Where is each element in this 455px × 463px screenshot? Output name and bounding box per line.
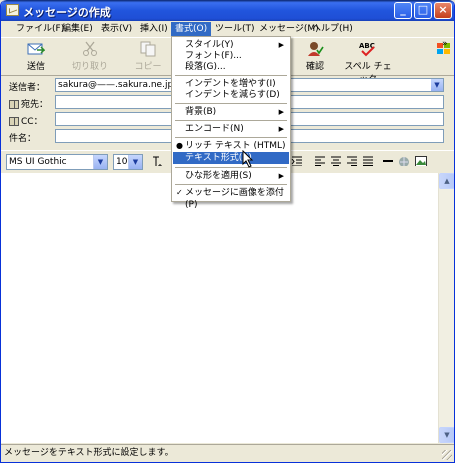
- check-names-button[interactable]: 確認: [301, 40, 329, 72]
- menu-separator: [175, 120, 287, 121]
- cut-button[interactable]: 切り取り: [67, 40, 113, 72]
- align-left-icon[interactable]: [315, 156, 325, 166]
- to-label-wrap[interactable]: 宛先：: [9, 97, 48, 110]
- send-icon: [27, 41, 46, 57]
- menu-item-apply-stationery[interactable]: ひな形を適用(S) ▶: [173, 170, 289, 182]
- cc-label-wrap[interactable]: CC：: [9, 114, 43, 127]
- menu-separator: [175, 103, 287, 104]
- menu-item-rich-text[interactable]: ● リッチ テキスト (HTML)(R): [173, 140, 289, 163]
- menu-separator: [175, 167, 287, 168]
- title-bar[interactable]: メッセージの作成 _ □ ×: [1, 0, 454, 21]
- font-size-value: 10: [116, 157, 128, 167]
- compose-window: メッセージの作成 _ □ × ファイル(F) 編集(E) 表示(V) 挿入(I)…: [0, 0, 455, 463]
- font-name-value: MS UI Gothic: [9, 157, 67, 167]
- chevron-down-icon[interactable]: ▼: [128, 155, 142, 169]
- to-label: 宛先：: [21, 100, 49, 110]
- toolbar-overflow-icon[interactable]: »: [442, 39, 448, 49]
- font-name-select[interactable]: MS UI Gothic ▼: [6, 154, 108, 170]
- menu-item-label: インデントを減らす(D): [185, 90, 280, 100]
- chevron-down-icon[interactable]: ▼: [431, 79, 443, 91]
- menu-separator: [175, 75, 287, 76]
- address-book-icon: [9, 117, 19, 126]
- horizontal-line-icon[interactable]: [383, 156, 393, 166]
- menu-item-label: ひな形を適用(S): [185, 171, 252, 181]
- window-title: メッセージの作成: [23, 6, 111, 19]
- menu-edit[interactable]: 編集(E): [58, 22, 97, 36]
- menu-help[interactable]: ヘルプ(H): [308, 22, 357, 36]
- insert-picture-icon[interactable]: [415, 156, 427, 166]
- maximize-button[interactable]: □: [414, 2, 432, 19]
- check-label: 確認: [305, 62, 324, 72]
- scroll-down-icon[interactable]: ▼: [439, 427, 454, 443]
- increase-indent-icon[interactable]: [291, 156, 303, 166]
- message-body[interactable]: [1, 173, 454, 443]
- copy-icon: [139, 41, 157, 57]
- vertical-scrollbar[interactable]: ▲ ▼: [438, 173, 454, 443]
- format-menu-dropdown: スタイル(Y) ▶ フォント(F)... 段落(G)... インデントを増やす(I…: [171, 36, 291, 210]
- menu-item-decrease-indent[interactable]: インデントを減らす(D): [173, 89, 289, 101]
- menu-item-label: フォント(F)...: [185, 51, 242, 61]
- menu-item-label: 段落(G)...: [185, 62, 226, 72]
- send-label: 送信: [26, 62, 45, 72]
- scissors-icon: [81, 41, 99, 57]
- copy-label: コピー: [134, 62, 162, 72]
- submenu-arrow-icon: ▶: [278, 108, 284, 116]
- menu-item-label: エンコード(N): [185, 124, 244, 134]
- menu-item-label: スタイル(Y): [185, 40, 234, 50]
- send-button[interactable]: 送信: [19, 40, 53, 72]
- radio-bullet-icon: ●: [176, 141, 183, 150]
- close-button[interactable]: ×: [434, 2, 452, 19]
- cc-label: CC：: [21, 117, 43, 127]
- menu-item-label: インデントを増やす(I): [185, 79, 276, 89]
- menu-item-attach-images[interactable]: ✓ メッセージに画像を添付(P): [173, 187, 289, 210]
- menu-item-paragraph[interactable]: 段落(G)...: [173, 61, 289, 73]
- menu-separator: [175, 184, 287, 185]
- new-message-icon: [6, 4, 19, 16]
- chevron-down-icon[interactable]: ▼: [93, 155, 107, 169]
- from-label: 送信者：: [9, 83, 46, 93]
- menu-separator: [175, 137, 287, 138]
- status-text: メッセージをテキスト形式に設定します。: [4, 448, 174, 458]
- menu-format[interactable]: 書式(O): [171, 22, 212, 36]
- align-center-icon[interactable]: [331, 156, 341, 166]
- paragraph-style-icon[interactable]: [151, 156, 163, 166]
- font-size-select[interactable]: 10 ▼: [113, 154, 143, 170]
- menu-insert[interactable]: 挿入(I): [136, 22, 172, 36]
- menu-item-plain-text[interactable]: テキスト形式(X): [173, 152, 289, 164]
- mouse-pointer-icon: [242, 150, 254, 168]
- menu-item-label: 背景(B): [185, 107, 217, 117]
- checkmark-icon: ✓: [176, 188, 183, 197]
- resize-grip-icon[interactable]: [442, 450, 452, 460]
- menu-item-background[interactable]: 背景(B) ▶: [173, 106, 289, 118]
- justify-icon[interactable]: [363, 156, 373, 166]
- check-names-icon: [306, 41, 324, 57]
- hyperlink-icon[interactable]: [398, 156, 410, 166]
- menu-bar: ファイル(F) 編集(E) 表示(V) 挿入(I) 書式(O) ツール(T) メ…: [1, 21, 454, 54]
- address-book-icon: [9, 100, 19, 109]
- submenu-arrow-icon: ▶: [278, 172, 284, 180]
- status-bar: メッセージをテキスト形式に設定します。: [1, 444, 454, 462]
- spell-check-button[interactable]: ABC スペル チェック: [344, 40, 392, 85]
- spell-check-icon: ABC: [356, 41, 380, 57]
- submenu-arrow-icon: ▶: [278, 125, 284, 133]
- scroll-up-icon[interactable]: ▲: [439, 173, 454, 189]
- menu-item-encoding[interactable]: エンコード(N) ▶: [173, 123, 289, 135]
- subject-label: 件名：: [9, 134, 37, 144]
- menu-view[interactable]: 表示(V): [97, 22, 136, 36]
- menu-tools[interactable]: ツール(T): [211, 22, 259, 36]
- minimize-button[interactable]: _: [394, 2, 412, 19]
- copy-button[interactable]: コピー: [133, 40, 163, 72]
- cut-label: 切り取り: [71, 62, 108, 72]
- align-right-icon[interactable]: [347, 156, 357, 166]
